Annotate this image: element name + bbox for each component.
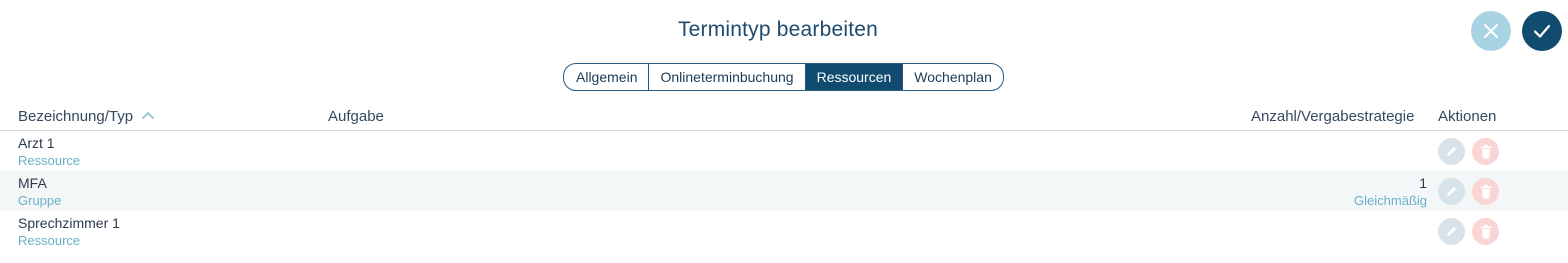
pencil-icon <box>1447 147 1456 156</box>
tab-onlineterminbuchung[interactable]: Onlineterminbuchung <box>648 64 804 90</box>
edit-button[interactable] <box>1438 218 1465 245</box>
row-type: Gruppe <box>18 193 62 208</box>
table-row[interactable]: Sprechzimmer 1 Ressource <box>0 211 1568 251</box>
close-icon <box>1484 24 1498 38</box>
chevron-up-icon <box>142 112 155 119</box>
column-header-actions: Aktionen <box>1438 108 1497 125</box>
tab-allgemein[interactable]: Allgemein <box>564 64 648 90</box>
row-strategy: Gleichmäßig <box>1354 193 1427 208</box>
table-row[interactable]: Arzt 1 Ressource <box>0 131 1568 171</box>
confirm-button[interactable] <box>1522 11 1562 51</box>
delete-button[interactable] <box>1472 138 1499 165</box>
edit-button[interactable] <box>1438 178 1465 205</box>
trash-icon <box>1480 184 1491 198</box>
row-type: Ressource <box>18 153 81 168</box>
column-header-count[interactable]: Anzahl/Vergabestrategie <box>1251 108 1414 125</box>
check-icon <box>1533 24 1551 38</box>
column-header-name-label: Bezeichnung/Typ <box>18 108 134 125</box>
delete-button[interactable] <box>1472 218 1499 245</box>
trash-icon <box>1480 224 1491 238</box>
pencil-icon <box>1447 227 1456 236</box>
row-count: 1 <box>1419 175 1427 191</box>
row-name: Arzt 1 <box>18 135 55 151</box>
column-header-task[interactable]: Aufgabe <box>328 108 384 125</box>
tab-ressourcen[interactable]: Ressourcen <box>804 64 903 90</box>
row-name: MFA <box>18 175 47 191</box>
trash-icon <box>1480 144 1491 158</box>
page-title: Termintyp bearbeiten <box>677 18 879 41</box>
column-header-name[interactable]: Bezeichnung/Typ <box>18 108 155 125</box>
row-type: Ressource <box>18 233 81 248</box>
table-row[interactable]: MFA Gruppe 1 Gleichmäßig <box>0 171 1568 211</box>
tab-bar: Allgemein Onlineterminbuchung Ressourcen… <box>563 63 1004 91</box>
edit-button[interactable] <box>1438 138 1465 165</box>
pencil-icon <box>1447 187 1456 196</box>
cancel-button[interactable] <box>1471 11 1511 51</box>
row-name: Sprechzimmer 1 <box>18 215 120 231</box>
delete-button[interactable] <box>1472 178 1499 205</box>
tab-wochenplan[interactable]: Wochenplan <box>902 64 1003 90</box>
